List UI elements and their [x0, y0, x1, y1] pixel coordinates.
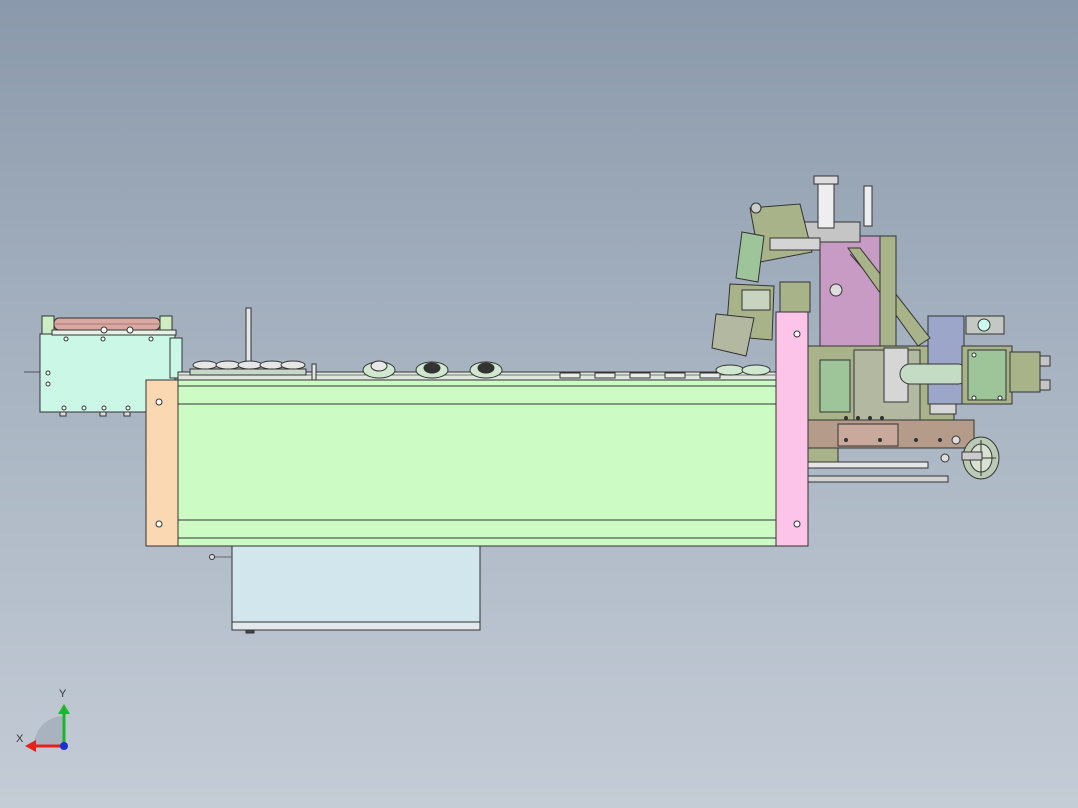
axis-triad: [25, 704, 70, 752]
x-axis-label: X: [16, 733, 24, 745]
cad-viewport[interactable]: Y X: [0, 0, 1078, 808]
y-axis-label: Y: [59, 688, 67, 700]
y-axis-arrowhead: [58, 704, 70, 714]
x-axis-arrowhead: [25, 740, 36, 752]
triad-plane-shading: [34, 716, 64, 746]
main-frame: [145, 311, 809, 547]
bottom-cabinet: [209, 545, 481, 634]
guide-rollers: [177, 307, 777, 381]
z-axis-dot: [60, 742, 68, 750]
machine-model[interactable]: [0, 0, 1078, 808]
